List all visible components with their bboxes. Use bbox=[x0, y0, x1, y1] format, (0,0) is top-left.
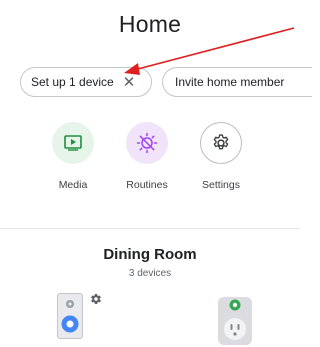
play-icon bbox=[64, 135, 82, 151]
routines-label: Routines bbox=[126, 179, 168, 191]
close-icon[interactable]: ✕ bbox=[123, 75, 136, 90]
section-divider bbox=[0, 228, 300, 229]
routines-sun-icon bbox=[136, 132, 158, 154]
smart-plug-device[interactable] bbox=[218, 297, 252, 345]
invite-member-chip[interactable]: Invite home member bbox=[162, 67, 312, 97]
media-action[interactable]: Media bbox=[38, 122, 108, 191]
speaker-device[interactable] bbox=[57, 293, 83, 339]
routines-action[interactable]: Routines bbox=[112, 122, 182, 191]
gear-icon bbox=[213, 134, 229, 150]
room-name: Dining Room bbox=[103, 246, 197, 263]
settings-icon-circle bbox=[200, 122, 242, 164]
settings-label: Settings bbox=[202, 179, 240, 191]
smart-plug-icon bbox=[224, 299, 246, 340]
setup-device-label: Set up 1 device bbox=[31, 75, 114, 89]
media-label: Media bbox=[58, 179, 88, 191]
device-settings-gear-icon bbox=[91, 293, 101, 305]
invite-member-label: Invite home member bbox=[175, 75, 285, 89]
routines-icon-circle bbox=[126, 122, 168, 164]
room-device-count: 3 devices bbox=[128, 268, 172, 279]
media-icon-circle bbox=[52, 122, 94, 164]
page-title: Home bbox=[118, 11, 182, 37]
setup-device-chip[interactable]: Set up 1 device ✕ bbox=[20, 67, 152, 97]
settings-action[interactable]: Settings bbox=[186, 122, 256, 191]
speaker-icon bbox=[61, 300, 79, 333]
